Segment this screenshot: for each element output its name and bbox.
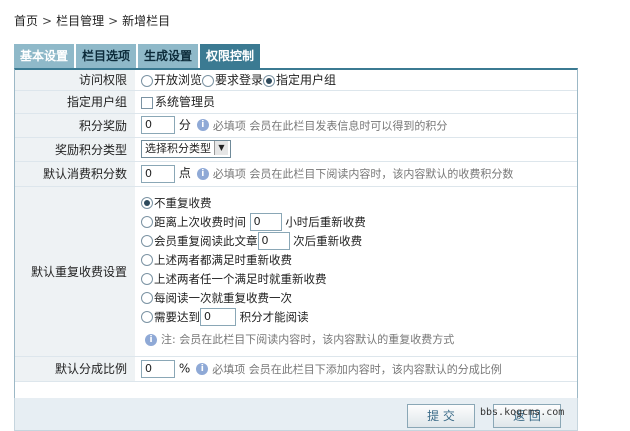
time-repeat-label[interactable]: 距离上次收费时间 — [154, 215, 246, 229]
points-reward-label: 积分奖励 — [15, 113, 135, 138]
repeat-hours-input[interactable]: 0 — [249, 213, 282, 231]
access-open-label[interactable]: 开放浏览 — [154, 73, 202, 87]
time-repeat-suffix: 小时后重新收费 — [285, 214, 366, 229]
points-reward-input[interactable]: 0 — [141, 116, 175, 135]
repeat-charge-note: 注: 会员在此栏目下阅读内容时，该内容默认的重复收费方式 — [161, 332, 455, 346]
access-label: 访问权限 — [15, 70, 135, 91]
info-icon: i — [196, 119, 209, 132]
no-repeat-radio[interactable] — [141, 197, 153, 209]
time-repeat-radio[interactable] — [141, 216, 153, 228]
points-required-input[interactable]: 0 — [200, 308, 236, 326]
reward-type-value: 选择积分类型 — [145, 142, 211, 155]
share-ratio-input[interactable]: 0 — [141, 359, 175, 378]
default-points-unit: 点 — [178, 166, 191, 181]
info-icon: i — [196, 167, 209, 180]
watermark: bbs.kogcms.com — [480, 407, 565, 418]
default-points-label: 默认消费积分数 — [15, 161, 135, 187]
tab-bar: 基本设置 栏目选项 生成设置 权限控制 — [14, 44, 261, 68]
reward-type-label: 奖励积分类型 — [15, 137, 135, 162]
no-repeat-label[interactable]: 不重复收费 — [154, 196, 212, 210]
breadcrumb-current: 新增栏目 — [122, 14, 171, 28]
count-repeat-suffix: 次后重新收费 — [293, 233, 363, 248]
permission-form-panel: 访问权限 开放浏览 要求登录 指定用户组 指定用户组 系统管理员 积分奖励 0 分i… — [14, 68, 578, 401]
permission-form: 访问权限 开放浏览 要求登录 指定用户组 指定用户组 系统管理员 积分奖励 0 分i… — [15, 70, 577, 382]
access-open-radio[interactable] — [141, 74, 153, 87]
every-read-radio[interactable] — [141, 292, 153, 304]
default-points-hint: 必填项 会员在此栏目下阅读内容时，该内容默认的收费积分数 — [212, 167, 514, 181]
breadcrumb-section[interactable]: 栏目管理 — [56, 14, 104, 28]
breadcrumb-separator: > — [42, 14, 53, 28]
points-required-radio[interactable] — [141, 311, 153, 323]
tab-generate-settings[interactable]: 生成设置 — [138, 44, 199, 68]
default-points-input[interactable]: 0 — [141, 164, 175, 183]
points-reward-hint: 必填项 会员在此栏目发表信息时可以得到的积分 — [212, 119, 448, 133]
submit-button[interactable]: 提 交 — [407, 404, 475, 428]
tab-permission-control[interactable]: 权限控制 — [200, 44, 261, 68]
repeat-charge-options: 不重复收费 距离上次收费时间 0 小时后重新收费 会员重复阅读此文章 0 次后重新… — [135, 186, 577, 357]
admin-group-checkbox[interactable] — [141, 96, 153, 109]
either-condition-radio[interactable] — [141, 273, 153, 285]
every-read-label[interactable]: 每阅读一次就重复收费一次 — [154, 291, 292, 305]
admin-group-label[interactable]: 系统管理员 — [155, 95, 215, 109]
repeat-count-input[interactable]: 0 — [257, 232, 290, 250]
count-repeat-radio[interactable] — [141, 235, 153, 247]
points-required-suffix: 积分才能阅读 — [239, 309, 309, 324]
breadcrumb: 首页 > 栏目管理 > 新增栏目 — [14, 12, 170, 29]
points-required-label[interactable]: 需要达到 — [154, 310, 200, 324]
reward-type-select[interactable]: 选择积分类型 ▼ — [141, 140, 231, 158]
share-ratio-unit: % — [178, 361, 191, 375]
points-reward-unit: 分 — [178, 117, 191, 132]
both-condition-radio[interactable] — [141, 254, 153, 266]
tab-basic-settings[interactable]: 基本设置 — [14, 44, 75, 68]
access-group-label[interactable]: 指定用户组 — [276, 73, 336, 87]
either-condition-label[interactable]: 上述两者任一个满足时就重新收费 — [154, 272, 327, 286]
both-condition-label[interactable]: 上述两者都满足时重新收费 — [154, 253, 292, 267]
share-ratio-hint: 必填项 会员在此栏目下添加内容时，该内容默认的分成比例 — [212, 362, 502, 376]
access-options: 开放浏览 要求登录 指定用户组 — [135, 70, 577, 91]
breadcrumb-separator: > — [108, 14, 119, 28]
repeat-charge-label: 默认重复收费设置 — [15, 186, 135, 357]
tab-column-options[interactable]: 栏目选项 — [76, 44, 137, 68]
user-group-label: 指定用户组 — [15, 90, 135, 114]
share-ratio-label: 默认分成比例 — [15, 356, 135, 382]
access-login-radio[interactable] — [202, 74, 215, 87]
info-icon: i — [145, 333, 157, 346]
access-login-label[interactable]: 要求登录 — [215, 73, 263, 87]
count-repeat-label[interactable]: 会员重复阅读此文章 — [154, 234, 258, 248]
chevron-down-icon[interactable]: ▼ — [214, 141, 228, 155]
info-icon: i — [196, 362, 209, 375]
access-group-radio[interactable] — [263, 74, 276, 87]
breadcrumb-home[interactable]: 首页 — [14, 14, 38, 28]
